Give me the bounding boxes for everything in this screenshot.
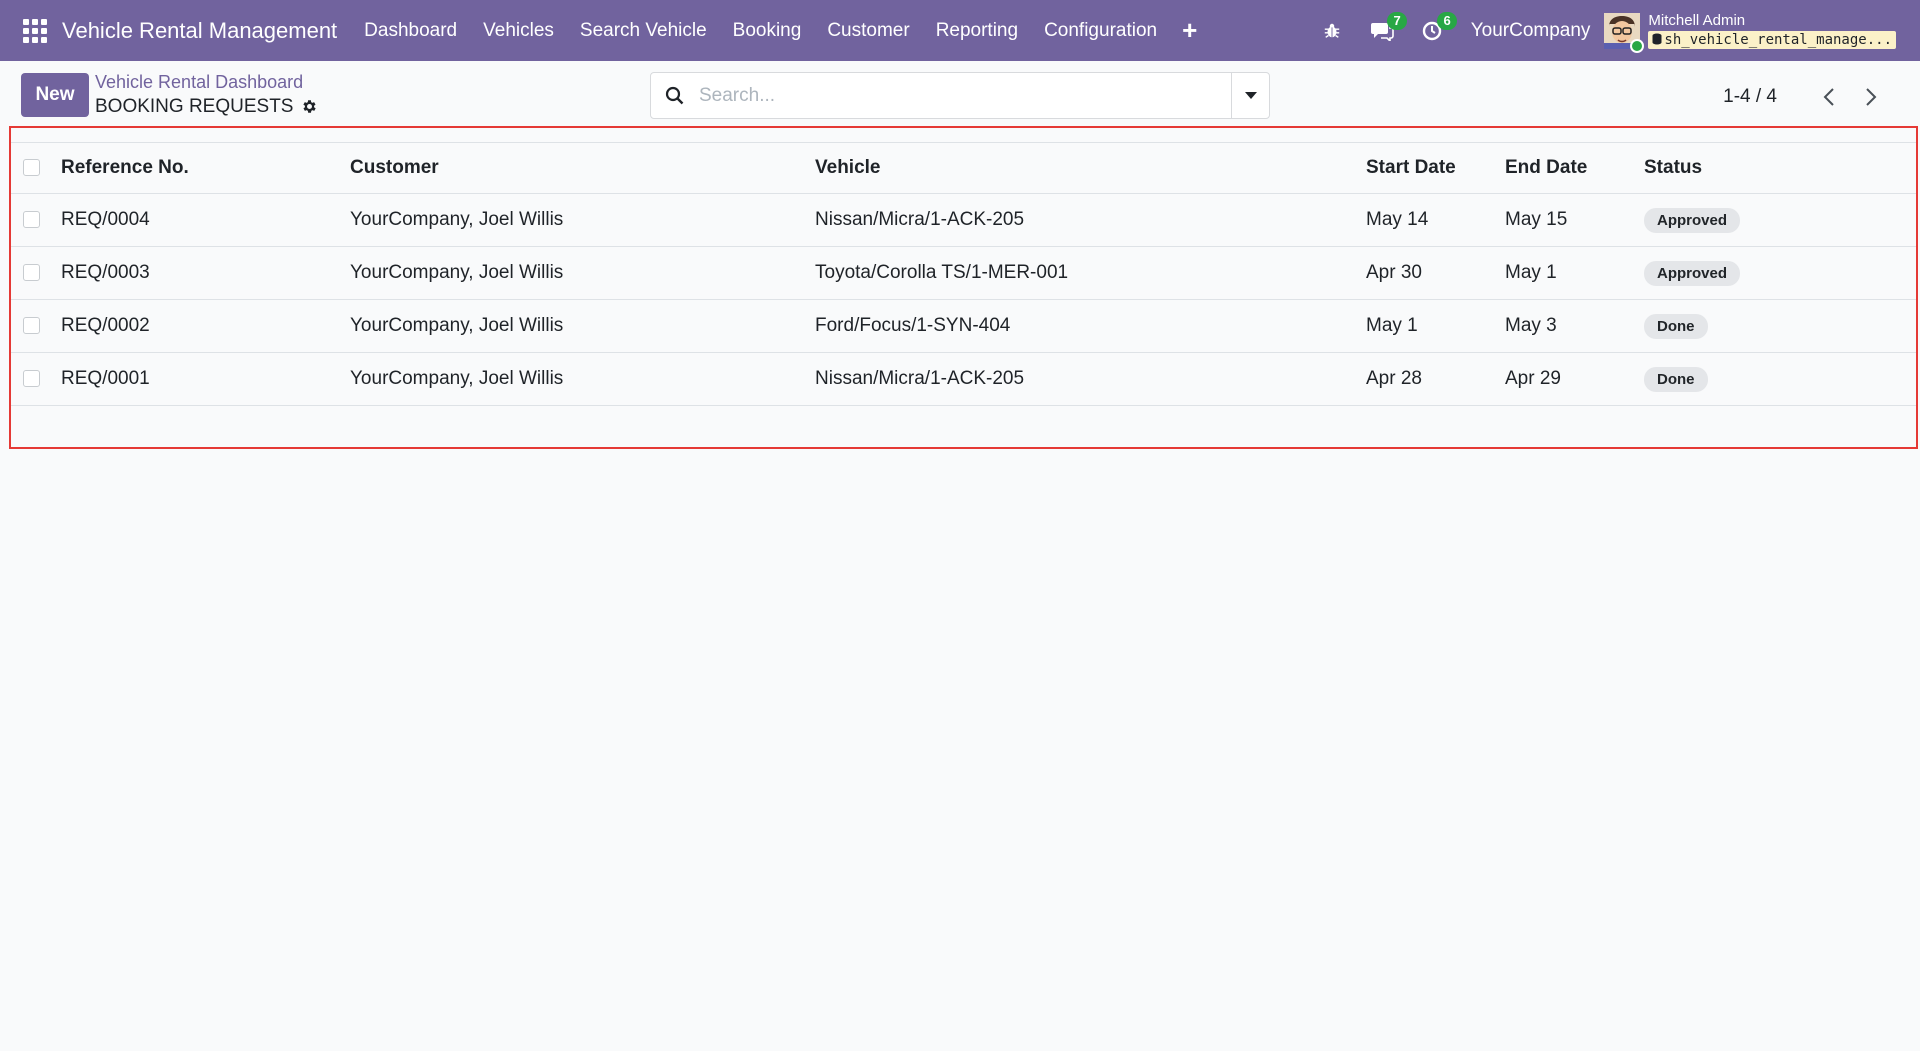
breadcrumb-current: BOOKING REQUESTS — [95, 96, 318, 119]
pager: 1-4 / 4 — [1723, 83, 1885, 111]
cell-end-date: May 15 — [1505, 193, 1644, 247]
row-select-cell — [11, 246, 61, 300]
menu-item-configuration[interactable]: Configuration — [1031, 0, 1170, 61]
app-title[interactable]: Vehicle Rental Management — [62, 18, 337, 44]
messages-count-badge: 7 — [1387, 11, 1407, 30]
menu-item-booking[interactable]: Booking — [720, 0, 815, 61]
pager-value[interactable]: 1-4 / 4 — [1723, 86, 1777, 108]
control-panel: New Vehicle Rental Dashboard BOOKING REQ… — [0, 61, 1920, 126]
user-name: Mitchell Admin — [1648, 11, 1746, 29]
table-row[interactable]: REQ/0001 YourCompany, Joel Willis Nissan… — [11, 352, 1916, 406]
cell-start-date: May 1 — [1366, 299, 1505, 353]
select-all-cell — [11, 142, 61, 194]
user-menu[interactable]: Mitchell Admin sh_vehicle_rental_manage.… — [1604, 11, 1896, 53]
search-icon[interactable] — [651, 86, 699, 106]
cell-start-date: Apr 30 — [1366, 246, 1505, 300]
row-checkbox[interactable] — [23, 211, 40, 229]
caret-down-icon[interactable] — [1231, 73, 1269, 118]
new-button[interactable]: New — [21, 73, 89, 117]
row-checkbox[interactable] — [23, 264, 40, 282]
main-menu: Dashboard Vehicles Search Vehicle Bookin… — [351, 0, 1209, 61]
status-badge: Done — [1644, 366, 1708, 392]
table-header-row: Reference No. Customer Vehicle Start Dat… — [11, 142, 1916, 194]
cell-reference: REQ/0001 — [61, 352, 350, 406]
column-header-status[interactable]: Status — [1644, 142, 1916, 194]
cell-customer: YourCompany, Joel Willis — [350, 246, 815, 300]
clock-icon[interactable]: 6 — [1413, 11, 1457, 50]
cell-customer: YourCompany, Joel Willis — [350, 299, 815, 353]
page-title: BOOKING REQUESTS — [95, 95, 294, 117]
database-name: sh_vehicle_rental_manage... — [1648, 30, 1896, 49]
column-header-end-date[interactable]: End Date — [1505, 142, 1644, 194]
cell-vehicle: Nissan/Micra/1-ACK-205 — [815, 193, 1366, 247]
search-input[interactable] — [699, 73, 1231, 118]
cell-vehicle: Ford/Focus/1-SYN-404 — [815, 299, 1366, 353]
cell-end-date: May 1 — [1505, 246, 1644, 300]
column-header-start-date[interactable]: Start Date — [1366, 142, 1505, 194]
list-view-highlight: Reference No. Customer Vehicle Start Dat… — [9, 126, 1918, 449]
bug-icon[interactable] — [1313, 12, 1351, 50]
cell-status: Approved — [1644, 246, 1916, 300]
cell-start-date: May 14 — [1366, 193, 1505, 247]
row-select-cell — [11, 193, 61, 247]
menu-item-customer[interactable]: Customer — [814, 0, 922, 61]
cell-reference: REQ/0004 — [61, 193, 350, 247]
status-badge: Approved — [1644, 260, 1741, 286]
row-checkbox[interactable] — [23, 317, 40, 335]
chat-icon[interactable]: 7 — [1363, 11, 1407, 50]
column-header-reference[interactable]: Reference No. — [61, 142, 350, 194]
cell-vehicle: Toyota/Corolla TS/1-MER-001 — [815, 246, 1366, 300]
row-select-cell — [11, 299, 61, 353]
search-bar — [650, 72, 1270, 119]
chevron-right-icon[interactable] — [1857, 83, 1885, 111]
chevron-left-icon[interactable] — [1815, 83, 1843, 111]
cell-customer: YourCompany, Joel Willis — [350, 193, 815, 247]
top-navbar: Vehicle Rental Management Dashboard Vehi… — [0, 0, 1920, 61]
status-badge: Approved — [1644, 207, 1741, 233]
cell-vehicle: Nissan/Micra/1-ACK-205 — [815, 352, 1366, 406]
select-all-checkbox[interactable] — [23, 159, 40, 177]
add-menu-plus-icon[interactable]: + — [1170, 15, 1209, 46]
menu-item-reporting[interactable]: Reporting — [923, 0, 1031, 61]
menu-item-dashboard[interactable]: Dashboard — [351, 0, 470, 61]
table-row[interactable]: REQ/0003 YourCompany, Joel Willis Toyota… — [11, 246, 1916, 300]
cell-reference: REQ/0003 — [61, 246, 350, 300]
gear-icon[interactable] — [301, 98, 318, 115]
status-badge: Done — [1644, 313, 1708, 339]
menu-item-vehicles[interactable]: Vehicles — [470, 0, 567, 61]
cell-customer: YourCompany, Joel Willis — [350, 352, 815, 406]
company-switcher[interactable]: YourCompany — [1471, 20, 1591, 42]
booking-requests-table: Reference No. Customer Vehicle Start Dat… — [11, 142, 1916, 406]
online-status-dot — [1630, 38, 1645, 53]
breadcrumb: Vehicle Rental Dashboard BOOKING REQUEST… — [95, 72, 318, 118]
avatar — [1604, 12, 1645, 53]
cell-status: Done — [1644, 352, 1916, 406]
cell-status: Done — [1644, 299, 1916, 353]
column-header-vehicle[interactable]: Vehicle — [815, 142, 1366, 194]
column-header-customer[interactable]: Customer — [350, 142, 815, 194]
breadcrumb-parent-link[interactable]: Vehicle Rental Dashboard — [95, 72, 318, 94]
menu-item-search-vehicle[interactable]: Search Vehicle — [567, 0, 720, 61]
table-row[interactable]: REQ/0004 YourCompany, Joel Willis Nissan… — [11, 193, 1916, 247]
row-checkbox[interactable] — [23, 370, 40, 388]
cell-status: Approved — [1644, 193, 1916, 247]
navbar-systray: 7 6 YourCompany Mitchell Admin sh_vehicl… — [1307, 0, 1920, 61]
cell-start-date: Apr 28 — [1366, 352, 1505, 406]
cell-end-date: Apr 29 — [1505, 352, 1644, 406]
database-name-text: sh_vehicle_rental_manage... — [1664, 31, 1892, 48]
row-select-cell — [11, 352, 61, 406]
cell-reference: REQ/0002 — [61, 299, 350, 353]
apps-grid-icon[interactable] — [23, 18, 47, 43]
cell-end-date: May 3 — [1505, 299, 1644, 353]
table-row[interactable]: REQ/0002 YourCompany, Joel Willis Ford/F… — [11, 299, 1916, 353]
activities-count-badge: 6 — [1437, 11, 1457, 30]
